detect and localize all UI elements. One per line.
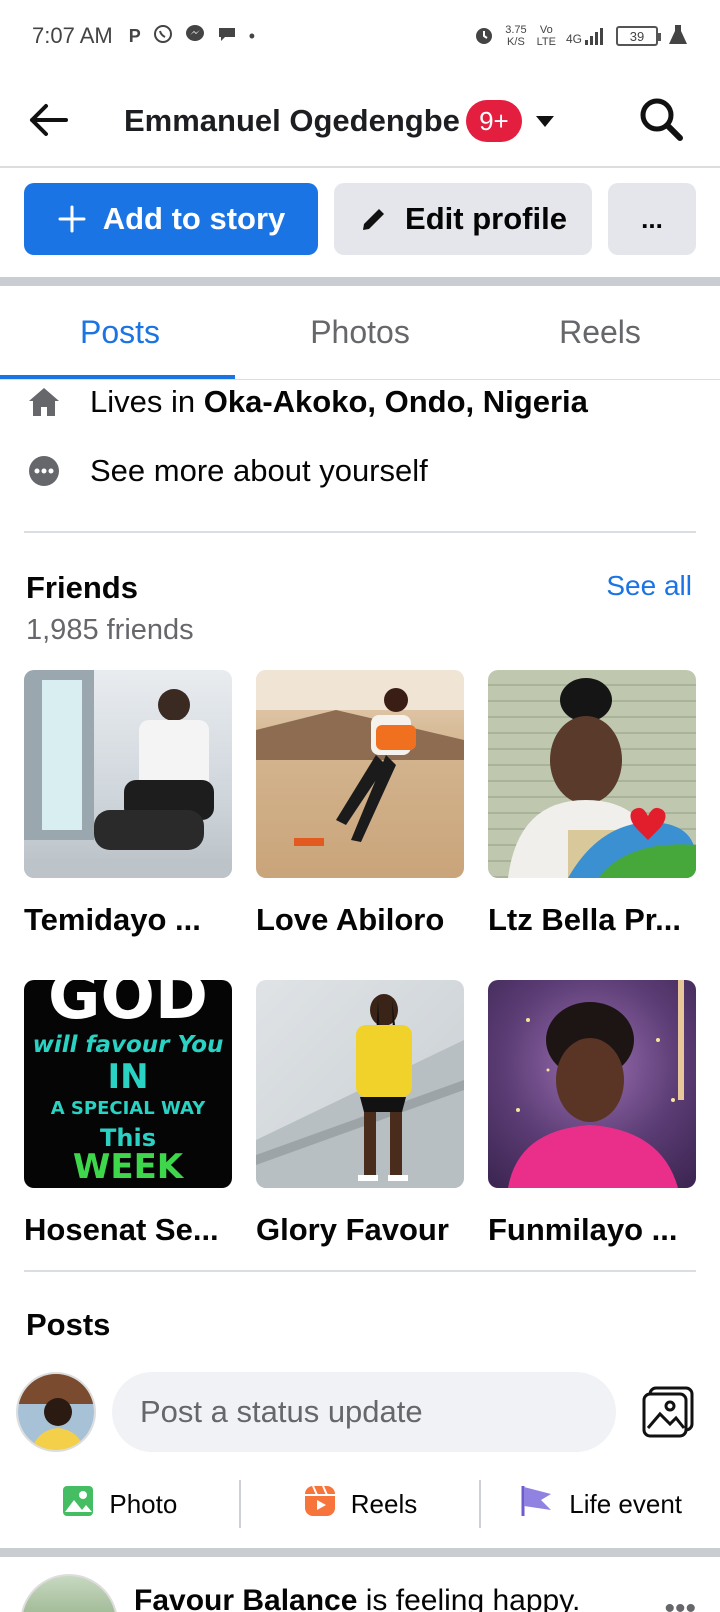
section-divider bbox=[0, 1548, 720, 1557]
friends-title: Friends bbox=[26, 570, 138, 605]
friend-count: 1,985 friends bbox=[26, 614, 194, 646]
battery-level: 39 bbox=[629, 28, 645, 44]
lives-in-place: Oka-Akoko, Ondo, Nigeria bbox=[203, 384, 588, 419]
life-event-action-label: Life event bbox=[569, 1488, 683, 1519]
more-options-label: ... bbox=[641, 203, 663, 234]
post-action-text: is feeling happy. bbox=[357, 1584, 581, 1612]
lte-label: LTE bbox=[536, 36, 556, 48]
see-more-about-row[interactable]: See more about yourself bbox=[26, 453, 428, 489]
friend-card[interactable]: Glory Favour bbox=[256, 980, 464, 1248]
flag-icon bbox=[519, 1484, 555, 1525]
photo-action-button[interactable]: Photo bbox=[0, 1484, 239, 1525]
posts-section-title: Posts bbox=[26, 1307, 111, 1342]
network-speed: 3.75 K/S bbox=[505, 24, 526, 48]
avatar[interactable] bbox=[20, 1574, 118, 1612]
photo-quote-text: GOD will favour You IN A SPECIAL WAY Thi… bbox=[24, 980, 232, 1187]
messenger-icon bbox=[185, 24, 205, 49]
dot-icon: • bbox=[248, 25, 256, 46]
search-icon[interactable] bbox=[638, 96, 684, 142]
friend-card[interactable]: Ltz Bella Pr... bbox=[488, 670, 696, 938]
friend-name: Ltz Bella Pr... bbox=[488, 902, 681, 937]
add-to-story-button[interactable]: Add to story bbox=[24, 183, 318, 255]
friend-photo bbox=[256, 980, 464, 1188]
friend-photo: GOD will favour You IN A SPECIAL WAY Thi… bbox=[24, 980, 232, 1188]
page-title: Emmanuel Ogedengbe bbox=[124, 103, 460, 138]
signal-icon: 4G bbox=[566, 26, 606, 46]
composer-actions: Photo Reels Life event bbox=[0, 1476, 720, 1532]
volte-indicator: Vo LTE bbox=[537, 24, 556, 48]
battery-icon: 39 bbox=[616, 26, 661, 46]
friend-photo bbox=[24, 670, 232, 878]
chevron-down-icon bbox=[535, 115, 554, 127]
section-divider bbox=[0, 277, 720, 286]
chat-icon bbox=[217, 24, 237, 49]
friend-photo bbox=[488, 980, 696, 1188]
back-arrow-icon[interactable] bbox=[26, 100, 70, 140]
add-to-story-label: Add to story bbox=[102, 201, 286, 236]
status-update-input[interactable]: Post a status update bbox=[112, 1372, 616, 1452]
friend-name: Glory Favour bbox=[256, 1212, 449, 1247]
reels-icon bbox=[303, 1484, 337, 1525]
pencil-icon bbox=[359, 204, 389, 234]
friend-photo bbox=[256, 670, 464, 878]
photo-text-god: GOD bbox=[47, 980, 209, 1034]
status-time: 7:07 AM bbox=[32, 23, 113, 48]
photo-icon bbox=[61, 1484, 95, 1525]
notification-badge: 9+ bbox=[465, 100, 522, 142]
lives-in-row: Lives in Oka-Akoko, Ondo, Nigeria bbox=[26, 384, 588, 420]
flask-icon bbox=[668, 24, 688, 49]
life-event-action-button[interactable]: Life event bbox=[481, 1484, 720, 1525]
top-bar: Emmanuel Ogedengbe 9+ bbox=[0, 72, 720, 168]
photo-text-week: WEEK bbox=[72, 1147, 184, 1187]
divider bbox=[24, 1270, 696, 1272]
reels-action-button[interactable]: Reels bbox=[241, 1484, 480, 1525]
lives-in-prefix: Lives in bbox=[90, 384, 204, 419]
alarm-icon bbox=[473, 24, 495, 49]
edit-profile-label: Edit profile bbox=[405, 201, 567, 236]
notification-icons: P • bbox=[129, 24, 255, 49]
friend-card[interactable]: GOD will favour You IN A SPECIAL WAY Thi… bbox=[24, 980, 232, 1248]
more-dots-icon bbox=[26, 455, 62, 487]
whatsapp-icon bbox=[153, 24, 173, 49]
photo-text-in: IN bbox=[107, 1057, 149, 1097]
friend-name: Funmilayo ... bbox=[488, 1212, 678, 1247]
post-more-options-icon[interactable]: ••• bbox=[664, 1592, 696, 1612]
divider bbox=[24, 531, 696, 533]
speed-value: 3.75 bbox=[505, 24, 527, 36]
post-header: Favour Balance is feeling happy. bbox=[134, 1584, 580, 1612]
friend-name: Temidayo ... bbox=[24, 902, 201, 937]
profile-switcher[interactable]: Emmanuel Ogedengbe 9+ bbox=[124, 100, 554, 142]
friend-card[interactable]: Love Abiloro bbox=[256, 670, 464, 938]
tab-reels[interactable]: Reels bbox=[480, 286, 720, 379]
photo-text-will-favour: will favour You bbox=[32, 1032, 224, 1058]
home-icon bbox=[26, 386, 62, 418]
edit-profile-button[interactable]: Edit profile bbox=[334, 183, 592, 255]
tab-posts[interactable]: Posts bbox=[0, 286, 240, 379]
post-author-name[interactable]: Favour Balance bbox=[134, 1584, 357, 1612]
vo-label: Vo bbox=[539, 24, 553, 36]
network-4g-label: 4G bbox=[565, 32, 582, 46]
status-bar: 7:07 AM P • 3.75 K/S Vo LTE 4G 39 bbox=[0, 0, 720, 72]
plus-icon bbox=[57, 204, 87, 234]
photo-action-label: Photo bbox=[109, 1488, 178, 1519]
more-options-button[interactable]: ... bbox=[608, 183, 696, 255]
tab-photos[interactable]: Photos bbox=[240, 286, 480, 379]
profile-actions: Add to story Edit profile ... bbox=[24, 183, 696, 255]
status-placeholder: Post a status update bbox=[140, 1394, 423, 1429]
friend-photo bbox=[488, 670, 696, 878]
friend-name: Love Abiloro bbox=[256, 902, 445, 937]
avatar[interactable] bbox=[16, 1372, 96, 1452]
profile-tabs: Posts Photos Reels bbox=[0, 286, 720, 380]
speed-unit: K/S bbox=[507, 36, 525, 48]
friend-card[interactable]: Funmilayo ... bbox=[488, 980, 696, 1248]
photo-text-special-way: A SPECIAL WAY bbox=[50, 1098, 206, 1119]
see-more-about-label: See more about yourself bbox=[90, 453, 428, 488]
friend-card[interactable]: Temidayo ... bbox=[24, 670, 232, 938]
gallery-icon[interactable] bbox=[640, 1384, 696, 1440]
reels-action-label: Reels bbox=[350, 1488, 418, 1519]
see-all-friends-link[interactable]: See all bbox=[606, 570, 692, 602]
pinterest-icon: P bbox=[128, 25, 141, 46]
system-icons: 3.75 K/S Vo LTE 4G 39 bbox=[473, 24, 688, 49]
friend-name: Hosenat Se... bbox=[24, 1212, 219, 1247]
